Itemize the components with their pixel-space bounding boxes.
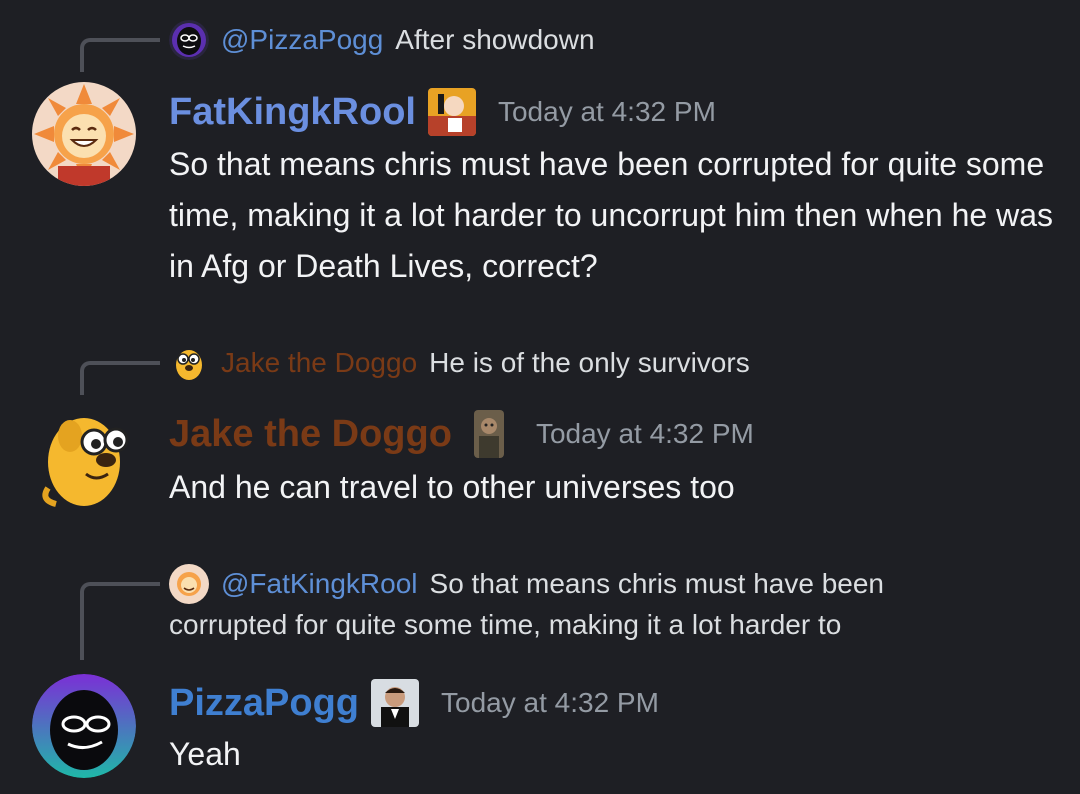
role-icon (371, 679, 420, 727)
timestamp[interactable]: Today at 4:32 PM (441, 687, 659, 719)
username[interactable]: PizzaPogg (169, 682, 359, 725)
pizzapogg-avatar-icon (169, 20, 209, 60)
jake-avatar[interactable] (36, 404, 136, 512)
username[interactable]: Jake the Doggo (169, 413, 452, 456)
pizzapogg-avatar[interactable] (32, 674, 136, 778)
message-header: FatKingkRool Today at 4:32 PM (169, 88, 716, 136)
reply-username[interactable]: Jake the Doggo (221, 347, 417, 379)
reply-mention[interactable]: @FatKingkRool (221, 568, 418, 600)
reply-text: So that means chris must have been (429, 568, 884, 599)
reply-text-line2: corrupted for quite some time, making it… (169, 609, 842, 640)
fatkingkrool-avatar-icon (169, 564, 209, 604)
message-text: And he can travel to other universes too (169, 469, 735, 505)
reply-text: After showdown (395, 24, 595, 55)
message-header: PizzaPogg Today at 4:32 PM (169, 679, 659, 727)
jake-avatar-icon (169, 343, 209, 383)
reply-mention[interactable]: @PizzaPogg (221, 24, 383, 56)
reply-preview[interactable]: @PizzaPogg After showdown (169, 20, 595, 60)
message-text: So that means chris must have been corru… (169, 146, 1053, 284)
timestamp[interactable]: Today at 4:32 PM (498, 96, 716, 128)
reply-connector (80, 361, 160, 395)
reply-preview-line2[interactable]: corrupted for quite some time, making it… (169, 609, 841, 641)
role-icon (427, 88, 476, 136)
reply-connector (80, 38, 160, 72)
reply-preview[interactable]: Jake the Doggo He is of the only survivo… (169, 343, 750, 383)
message-header: Jake the Doggo Today at 4:32 PM (169, 410, 754, 458)
reply-connector (80, 582, 160, 660)
message-text: Yeah (169, 736, 241, 772)
timestamp[interactable]: Today at 4:32 PM (536, 418, 754, 450)
reply-preview[interactable]: @FatKingkRool So that means chris must h… (169, 564, 884, 604)
reply-text: He is of the only survivors (429, 347, 750, 378)
role-icon (473, 410, 504, 458)
fatkingkrool-avatar[interactable] (32, 82, 136, 186)
username[interactable]: FatKingkRool (169, 91, 416, 134)
